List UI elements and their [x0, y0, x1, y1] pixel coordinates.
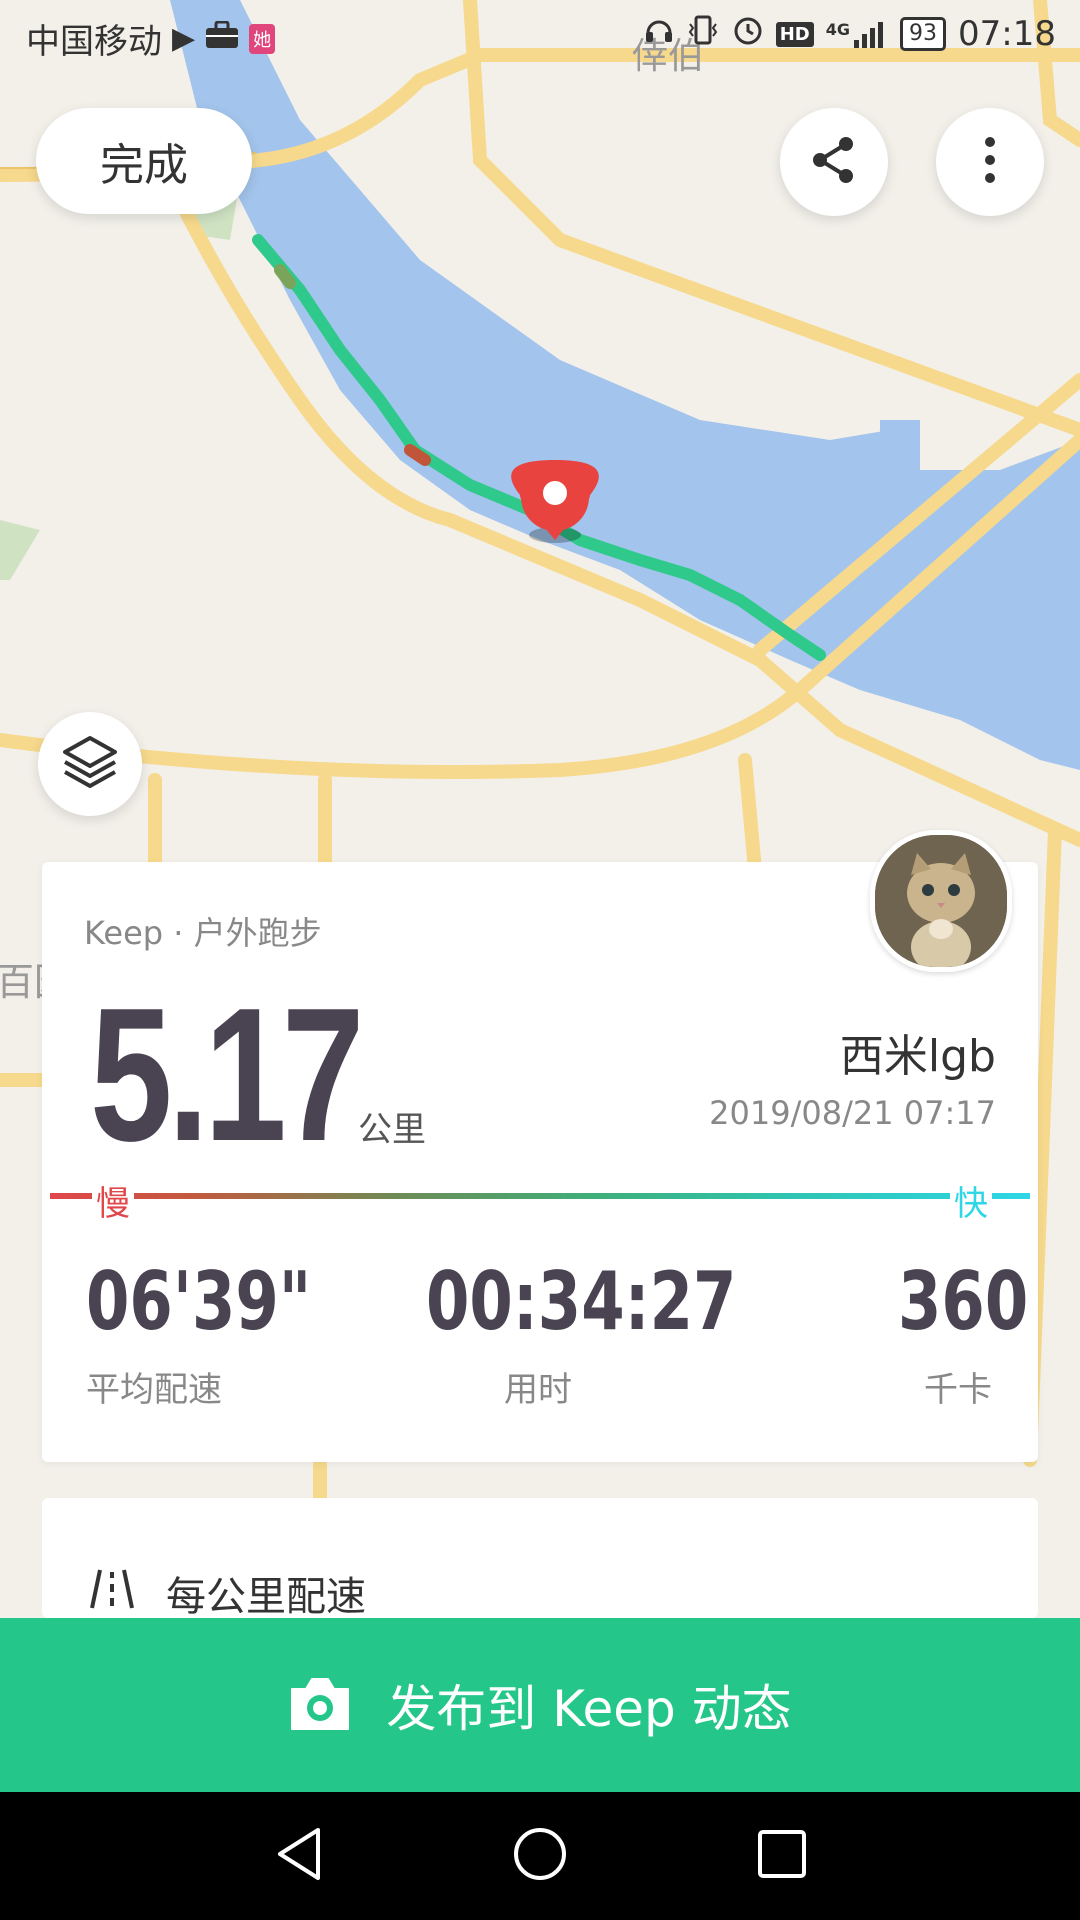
vibrate-icon: [686, 14, 720, 54]
avg-pace-value: 06'39": [86, 1255, 312, 1348]
system-navigation-bar: [0, 1792, 1080, 1920]
back-nav-icon[interactable]: [272, 1824, 328, 1888]
per-km-pace-card[interactable]: 每公里配速: [42, 1498, 1038, 1620]
publish-to-keep-button[interactable]: 发布到 Keep 动态: [0, 1618, 1080, 1792]
battery-indicator: 93: [900, 17, 947, 51]
slow-label: 慢: [92, 1176, 134, 1225]
fast-label: 快: [950, 1176, 992, 1225]
share-button[interactable]: [780, 108, 888, 216]
publish-label: 发布到 Keep 动态: [386, 1680, 792, 1738]
pace-gradient-bar: [50, 1193, 1030, 1199]
username[interactable]: 西米lgb: [840, 1020, 996, 1084]
hd-voice-icon: HD: [775, 21, 814, 47]
calories-label: 千卡: [924, 1370, 992, 1410]
alarm-icon: [732, 14, 764, 54]
distance-unit: 公里: [358, 1110, 426, 1150]
distance-value: 5.17: [90, 969, 364, 1181]
activity-source: Keep · 户外跑步: [84, 914, 322, 952]
briefcase-icon: [205, 20, 239, 57]
calories-value: 360: [898, 1255, 1029, 1348]
app-notification-icon: 她: [249, 23, 276, 54]
pace-splits-icon: [88, 1568, 136, 1614]
home-nav-icon[interactable]: [510, 1824, 570, 1888]
carrier-name: 中国移动: [26, 22, 162, 62]
avg-pace-label: 平均配速: [86, 1370, 222, 1410]
avatar[interactable]: [870, 830, 1012, 972]
more-options-button[interactable]: [936, 108, 1044, 216]
headset-icon: [644, 15, 674, 53]
more-vertical-icon: [982, 134, 998, 190]
layers-icon: [61, 734, 119, 794]
share-icon: [808, 134, 860, 190]
camera-icon: [288, 1675, 352, 1735]
done-button[interactable]: 完成: [36, 108, 252, 214]
activity-datetime: 2019/08/21 07:17: [709, 1094, 996, 1132]
status-bar: 中国移动 ▶ 她 HD 4G 93 07:18: [0, 0, 1080, 72]
map-layers-button[interactable]: [38, 712, 142, 816]
cat-avatar-image: [875, 835, 1007, 967]
play-icon: ▶: [172, 21, 196, 56]
duration-value: 00:34:27: [426, 1255, 737, 1348]
network-type: 4G: [825, 20, 851, 39]
signal-icon: 4G: [826, 20, 888, 48]
clock: 07:18: [958, 14, 1056, 54]
duration-label: 用时: [504, 1370, 572, 1410]
per-km-pace-title: 每公里配速: [166, 1574, 366, 1620]
recents-nav-icon[interactable]: [754, 1824, 810, 1888]
